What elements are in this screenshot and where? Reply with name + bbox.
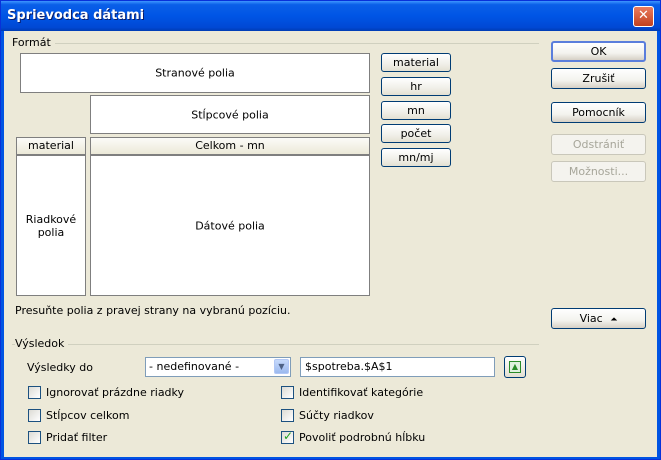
page-fields-area[interactable]: Stranové polia (20, 53, 370, 93)
total-columns-checkbox[interactable] (28, 409, 41, 422)
field-chip-hr[interactable]: hr (381, 77, 451, 96)
field-chip-material[interactable]: material (381, 53, 451, 72)
field-chip-mn-mj[interactable]: mn/mj (381, 148, 451, 167)
enable-drill-label: Povoliť podrobnú hĺbku (299, 431, 426, 444)
ignore-empty-rows-label: Ignorovať prázdne riadky (46, 386, 185, 399)
output-select-value: - nedefinované - (149, 360, 240, 373)
ignore-empty-rows-option[interactable]: Ignorovať prázdne riadky (28, 386, 184, 399)
help-button[interactable]: Pomocník (551, 102, 646, 123)
enable-drill-option[interactable]: ✓ Povoliť podrobnú hĺbku (281, 429, 426, 444)
data-fields-label: Dátové polia (195, 219, 265, 232)
remove-button[interactable]: Odstrániť (551, 134, 646, 155)
identify-categories-label: Identifikovať kategórie (299, 386, 424, 399)
double-chevron-up-icon: ⏶ (610, 315, 618, 325)
column-fields-label: Stĺpcové polia (191, 108, 269, 121)
result-group-label: Výsledok (15, 337, 69, 350)
data-field-total-mn[interactable]: Celkom - mn (90, 137, 370, 155)
row-field-material[interactable]: material (16, 137, 86, 155)
row-fields-label-1: Riadkové (25, 212, 77, 226)
format-group-line (12, 43, 539, 44)
identify-categories-option[interactable]: Identifikovať kategórie (281, 386, 423, 399)
more-label: Viac (579, 312, 603, 325)
chevron-down-icon[interactable]: ▼ (274, 359, 289, 374)
options-button[interactable]: Možnosti... (551, 161, 646, 182)
checkmark-icon: ✓ (283, 429, 294, 443)
total-rows-option[interactable]: Súčty riadkov (281, 409, 374, 422)
identify-categories-checkbox[interactable] (281, 386, 294, 399)
column-fields-area[interactable]: Stĺpcové polia (90, 95, 370, 134)
cancel-button[interactable]: Zrušiť (551, 68, 646, 89)
ok-button[interactable]: OK (551, 41, 646, 62)
enable-drill-checkbox[interactable]: ✓ (281, 429, 294, 444)
output-select[interactable]: - nedefinované - ▼ (145, 357, 291, 377)
field-chip-pocet[interactable]: počet (381, 124, 451, 143)
shrink-range-button[interactable]: ▲ (504, 356, 526, 378)
add-filter-label: Pridať filter (46, 431, 108, 444)
ignore-empty-rows-checkbox[interactable] (28, 386, 41, 399)
page-fields-label: Stranové polia (155, 66, 235, 80)
total-rows-checkbox[interactable] (281, 409, 294, 422)
data-fields-area[interactable]: Dátové polia (90, 155, 370, 296)
drag-hint: Presuňte polia z pravej strany na vybran… (15, 304, 291, 317)
title-bar[interactable]: Sprievodca dátami ✕ (1, 1, 660, 31)
add-filter-option[interactable]: Pridať filter (28, 431, 107, 444)
more-button[interactable]: Viac ⏶ (551, 308, 646, 329)
output-label: Výsledky do (27, 361, 93, 374)
row-fields-label-2: polia (37, 225, 65, 239)
window-title: Sprievodca dátami (7, 8, 145, 23)
total-columns-label: Stĺpcov celkom (46, 409, 130, 422)
dialog-client: Formát Stranové polia Stĺpcové polia mat… (4, 31, 657, 457)
add-filter-checkbox[interactable] (28, 431, 41, 444)
shrink-range-icon: ▲ (509, 361, 521, 373)
close-icon[interactable]: ✕ (633, 6, 654, 27)
total-columns-option[interactable]: Stĺpcov celkom (28, 409, 129, 422)
result-group-line (12, 344, 539, 345)
dialog-window: Sprievodca dátami ✕ Formát Stranové poli… (0, 0, 661, 460)
field-chip-mn[interactable]: mn (381, 101, 451, 120)
output-range-input[interactable]: $spotreba.$A$1 (300, 357, 495, 377)
total-rows-label: Súčty riadkov (299, 409, 374, 422)
format-group-label: Formát (12, 36, 55, 49)
row-fields-area[interactable]: Riadkové polia (16, 155, 86, 296)
